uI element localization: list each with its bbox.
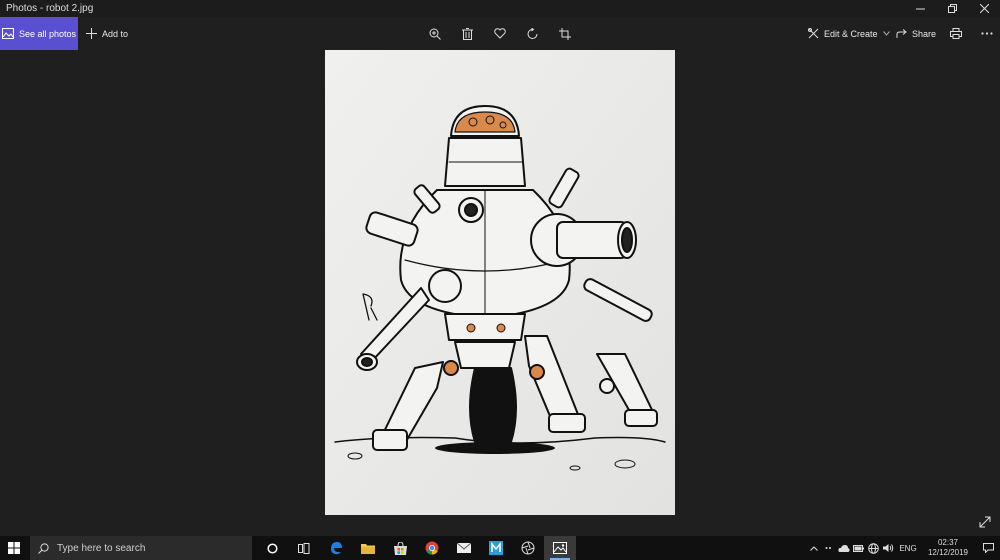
delete-button[interactable] [454,17,480,50]
chevron-up-icon [809,545,818,551]
rotate-icon [527,27,538,39]
zoom-in-icon [429,28,441,40]
see-all-photos-label: See all photos [18,28,77,39]
taskbar-app-file-explorer[interactable] [352,536,384,560]
tray-battery[interactable] [851,536,866,560]
edit-create-label: Edit & Create [824,28,878,39]
minimize-button[interactable] [904,0,936,17]
taskbar-app-chrome[interactable] [416,536,448,560]
taskbar-clock[interactable]: 02:37 12/12/2019 [920,538,976,558]
more-icon [981,32,993,35]
heart-icon [494,28,506,39]
printer-icon [950,28,962,39]
system-tray: ENG 02:37 12/12/2019 [806,536,1000,560]
action-center-button[interactable] [976,543,1000,553]
tray-dots[interactable] [821,536,836,560]
show-hidden-icons-button[interactable] [806,536,821,560]
crop-icon [559,27,571,40]
share-icon [896,28,907,38]
window-title: Photos - robot 2.jpg [6,3,94,14]
plus-icon [86,28,97,39]
expand-icon [979,516,991,528]
rotate-button[interactable] [520,17,546,50]
mail-icon [457,543,471,553]
photo-viewer-image[interactable] [325,50,675,515]
taskbar-app-browser[interactable] [512,536,544,560]
clock-date: 12/12/2019 [927,548,969,557]
tray-network[interactable] [866,536,881,560]
folder-icon [361,544,375,554]
edit-create-button[interactable]: Edit & Create [808,17,890,50]
robot-sketch-image [325,50,675,515]
windows-logo-icon [8,542,20,554]
taskbar-app-store[interactable] [384,536,416,560]
close-icon [979,4,989,13]
taskbar-app-media[interactable] [480,536,512,560]
taskbar-search-box[interactable]: Type here to search [30,536,252,560]
task-view-icon [298,542,310,554]
start-button[interactable] [0,536,28,560]
close-button[interactable] [968,0,1000,17]
task-view-button[interactable] [288,536,320,560]
cortana-icon [266,542,278,554]
cloud-icon [837,544,850,552]
print-button[interactable] [943,17,969,50]
photo-collection-icon [1,28,14,39]
clock-time: 02:37 [937,538,959,547]
taskbar-app-photos[interactable] [544,536,576,560]
crop-button[interactable] [552,17,578,50]
chrome-icon [425,541,439,555]
store-icon [393,541,407,555]
see-all-photos-button[interactable]: See all photos [0,17,78,50]
dots-icon [825,547,831,549]
zoom-button[interactable] [422,17,448,50]
edge-icon [331,542,342,555]
toolbar: See all photos Add to Edit & Create Shar… [0,17,1000,50]
media-app-icon [489,541,503,555]
search-placeholder: Type here to search [57,542,146,554]
battery-icon [853,544,864,552]
taskbar-app-mail[interactable] [448,536,480,560]
search-icon [38,542,49,554]
aperture-icon [521,541,535,555]
trash-icon [461,27,473,40]
tray-onedrive[interactable] [836,536,851,560]
share-label: Share [912,28,937,39]
restore-icon [947,4,957,13]
title-bar: Photos - robot 2.jpg [0,0,1000,17]
taskbar-app-edge[interactable] [320,536,352,560]
tray-volume[interactable] [881,536,896,560]
taskbar: Type here to search ENG 02:37 12/12/2019 [0,536,1000,560]
add-to-button[interactable]: Add to [86,17,128,50]
globe-icon [868,542,879,554]
add-to-label: Add to [102,28,129,39]
input-language[interactable]: ENG [896,536,920,560]
more-options-button[interactable] [974,17,1000,50]
minimize-icon [915,8,925,10]
cortana-button[interactable] [256,536,288,560]
share-button[interactable]: Share [896,17,936,50]
edit-create-icon [808,28,819,39]
photos-app-icon [553,542,567,554]
fullscreen-button[interactable] [976,513,994,531]
favorite-button[interactable] [487,17,513,50]
chevron-down-icon [882,31,890,36]
notification-icon [982,543,994,553]
restore-button[interactable] [936,0,968,17]
speaker-icon [883,544,894,552]
